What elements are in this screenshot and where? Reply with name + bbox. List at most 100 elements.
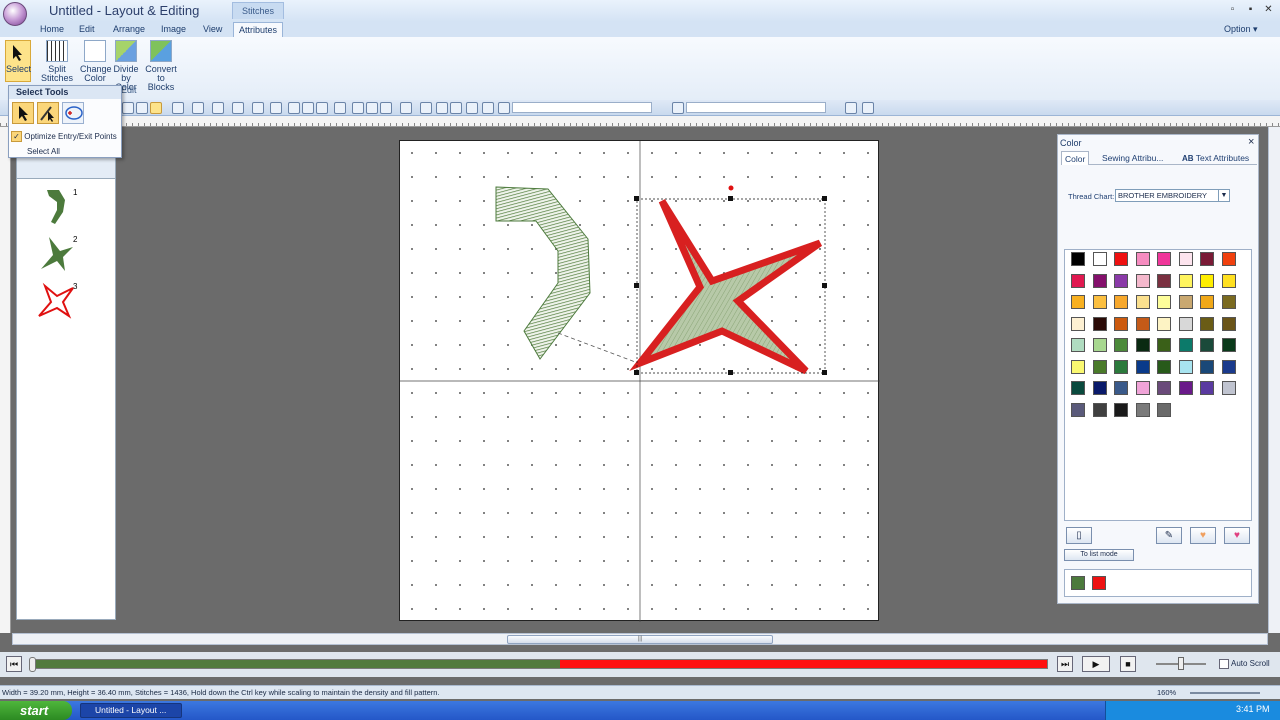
tab-view[interactable]: View [203, 22, 222, 37]
tool-icon-1[interactable] [122, 102, 134, 114]
rotate-icon[interactable] [450, 102, 462, 114]
line-tool-icon[interactable] [232, 102, 244, 114]
auto-scroll-checkbox[interactable] [1219, 659, 1229, 669]
close-icon[interactable]: × [1248, 136, 1254, 148]
taskbar-item[interactable]: Untitled - Layout ... [80, 703, 182, 718]
frame-icon[interactable] [498, 102, 510, 114]
select-arrow-icon[interactable] [150, 102, 162, 114]
grid-icon[interactable] [316, 102, 328, 114]
start-button[interactable]: start [0, 701, 72, 720]
tab-home[interactable]: Home [40, 22, 64, 37]
color-swatch[interactable] [1092, 252, 1107, 266]
magic-wand-button[interactable]: ✎ [1156, 527, 1182, 544]
color-swatch[interactable] [1221, 273, 1236, 288]
color-swatch[interactable] [1157, 252, 1171, 266]
thread-spool-button[interactable]: ▯ [1066, 527, 1092, 544]
color-swatch[interactable] [1178, 381, 1193, 395]
color-swatch[interactable] [1092, 402, 1107, 417]
color-swatch[interactable] [1221, 359, 1236, 374]
color-swatch[interactable] [1200, 316, 1214, 331]
undo-icon[interactable] [466, 102, 478, 114]
font-select[interactable] [512, 102, 652, 113]
color-swatch[interactable] [1157, 295, 1171, 309]
color-swatch[interactable] [1200, 295, 1214, 309]
fill-tool-icon[interactable] [212, 102, 224, 114]
color-swatch[interactable] [1114, 295, 1128, 309]
color-swatch[interactable] [1092, 359, 1107, 374]
pan-icon[interactable] [288, 102, 300, 114]
color-swatch[interactable] [1221, 316, 1236, 331]
tab-sewing-attributes[interactable]: Sewing Attribu... [1099, 151, 1166, 165]
color-swatch[interactable] [1114, 316, 1128, 331]
restore-button[interactable]: ▪ [1244, 3, 1257, 16]
color-swatch[interactable] [1200, 338, 1214, 352]
lasso-select-tool[interactable] [62, 102, 84, 124]
color-swatch[interactable] [1071, 316, 1085, 331]
text-tool-icon[interactable] [172, 102, 184, 114]
color-swatch[interactable] [1114, 338, 1128, 352]
order-icon[interactable] [380, 102, 392, 114]
zoom-icon[interactable] [270, 102, 282, 114]
tab-attributes[interactable]: Attributes [233, 22, 284, 37]
horizontal-scrollbar[interactable]: ||| [12, 633, 1268, 645]
color-swatch[interactable] [1200, 273, 1214, 288]
color-swatch[interactable] [1178, 316, 1193, 331]
application-menu-button[interactable] [3, 2, 27, 26]
used-color-swatch[interactable] [1071, 576, 1085, 590]
stitch-tool-icon[interactable] [252, 102, 264, 114]
sew-icon[interactable] [845, 102, 857, 114]
color-swatch[interactable] [1135, 338, 1150, 352]
color-swatch[interactable] [1135, 381, 1150, 395]
color-swatch[interactable] [1178, 359, 1193, 374]
convert-to-blocks-button[interactable]: Convert to Blocks [143, 40, 179, 92]
step-end-button[interactable]: ⏭ [1057, 656, 1073, 672]
align-icon[interactable] [334, 102, 346, 114]
color-swatch[interactable] [1135, 402, 1150, 417]
optimize-entry-exit-option[interactable]: ✓ Optimize Entry/Exit Points [11, 131, 117, 142]
design-canvas[interactable] [399, 140, 880, 622]
color-swatch[interactable] [1178, 273, 1193, 288]
group-icon[interactable] [352, 102, 364, 114]
tab-edit[interactable]: Edit [79, 22, 95, 37]
speed-slider-thumb[interactable] [1178, 657, 1184, 670]
color-swatch[interactable] [1221, 252, 1236, 266]
zoom-slider[interactable] [1190, 692, 1260, 694]
tab-text-attributes[interactable]: AB Text Attributes [1179, 151, 1252, 165]
sew-options-icon[interactable] [862, 102, 874, 114]
mirror-icon[interactable] [436, 102, 448, 114]
color-swatch[interactable] [1135, 273, 1150, 288]
color-swatch[interactable] [1071, 295, 1085, 309]
color-swatch[interactable] [1092, 295, 1107, 309]
color-swatch[interactable] [1071, 338, 1085, 352]
color-swatch[interactable] [1221, 338, 1236, 352]
select-point-tool[interactable] [37, 102, 59, 124]
color-swatch[interactable] [1114, 381, 1128, 395]
color-swatch[interactable] [1221, 295, 1236, 309]
close-button[interactable]: ✕ [1262, 3, 1275, 16]
favorite-heart-button[interactable]: ♥ [1190, 527, 1216, 544]
color-swatch[interactable] [1157, 402, 1171, 417]
layer-icon[interactable] [420, 102, 432, 114]
tab-color[interactable]: Color [1061, 151, 1090, 165]
select-all-option[interactable]: Select All [27, 147, 60, 156]
split-stitches-button[interactable]: Split Stitches [40, 40, 74, 83]
thread-chart-select[interactable]: BROTHER EMBROIDERY ▼ [1115, 189, 1230, 202]
color-swatch[interactable] [1114, 252, 1128, 266]
color-swatch[interactable] [1178, 338, 1193, 352]
size-icon[interactable] [672, 102, 684, 114]
scroll-thumb[interactable]: ||| [507, 635, 773, 644]
color-swatch[interactable] [1178, 252, 1193, 266]
color-swatch[interactable] [1135, 359, 1150, 374]
tab-image[interactable]: Image [161, 22, 186, 37]
color-swatch[interactable] [1071, 273, 1085, 288]
color-swatch[interactable] [1135, 295, 1150, 309]
color-swatch[interactable] [1114, 359, 1128, 374]
option-menu[interactable]: Option ▾ [1224, 22, 1258, 37]
color-swatch[interactable] [1135, 316, 1150, 331]
size-select[interactable] [686, 102, 826, 113]
color-swatch[interactable] [1114, 273, 1128, 288]
anchor-icon[interactable] [400, 102, 412, 114]
measure-icon[interactable] [302, 102, 314, 114]
color-swatch[interactable] [1200, 359, 1214, 374]
color-swatch[interactable] [1200, 252, 1214, 266]
